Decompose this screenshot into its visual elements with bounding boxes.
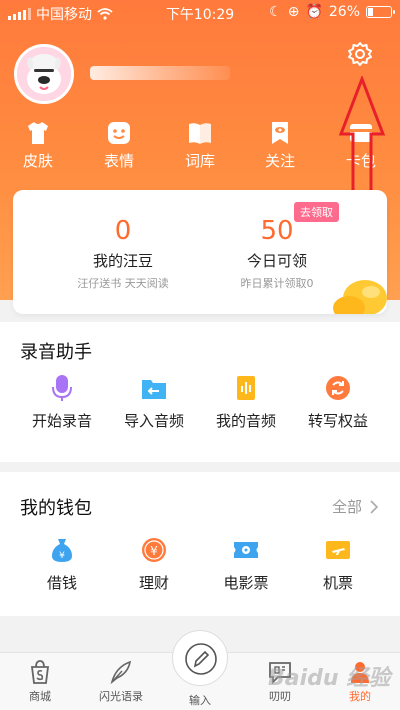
- flight-ticket-button[interactable]: 机票: [288, 536, 388, 593]
- folder-import-icon: [142, 380, 166, 399]
- quick-link-label: 关注: [264, 152, 295, 170]
- quick-link-label: 表情: [103, 152, 134, 170]
- import-audio-button[interactable]: 导入音频: [104, 374, 204, 431]
- wealth-button[interactable]: ¥ 理财: [104, 536, 204, 593]
- chevron-right-icon: [370, 499, 378, 514]
- quick-link-label: 词库: [184, 152, 215, 170]
- quick-link-label: 卡包: [345, 152, 376, 170]
- status-bar: 中国移动 下午10:29 ☾ ⊕ ⏰ 26%: [0, 0, 400, 26]
- grid-item-label: 转写权益: [307, 412, 368, 430]
- tab-label: 闪光语录: [99, 690, 143, 703]
- emoji-icon: [108, 122, 130, 144]
- tab-label-input: 输入: [189, 694, 211, 707]
- tab-shop[interactable]: 商城: [5, 659, 75, 704]
- tab-mine[interactable]: 我的: [325, 659, 395, 704]
- grid-item-label: 导入音频: [123, 412, 184, 430]
- movie-ticket-button[interactable]: 电影票: [196, 536, 296, 593]
- coin-pile-icon: [333, 280, 387, 314]
- status-right: ☾ ⊕ ⏰ 26%: [269, 4, 395, 20]
- username-blurred[interactable]: [90, 66, 230, 80]
- alarm-icon: ⏰: [305, 4, 323, 20]
- claim-badge[interactable]: 去领取: [294, 202, 339, 222]
- start-recording-button[interactable]: 开始录音: [12, 374, 112, 431]
- wallet-more-label: 全部: [331, 498, 362, 516]
- book-icon: [189, 123, 211, 144]
- grid-item-label: 我的音频: [215, 412, 276, 430]
- pen-icon: [185, 643, 217, 675]
- dog-avatar-icon: [17, 47, 71, 101]
- svg-text:¥: ¥: [59, 551, 65, 561]
- tab-label: 商城: [29, 690, 51, 703]
- microphone-icon: [52, 375, 72, 401]
- audio-file-icon: [237, 376, 255, 400]
- quick-link-follow[interactable]: 关注: [245, 120, 315, 171]
- film-ticket-icon: [234, 542, 258, 558]
- recording-title: 录音助手: [20, 342, 92, 363]
- battery-percent: 26%: [328, 4, 360, 20]
- shop-icon: [30, 660, 50, 684]
- grid-item-label: 借钱: [46, 574, 77, 592]
- grid-item-label: 开始录音: [31, 412, 92, 430]
- quick-link-emoji[interactable]: 表情: [84, 120, 154, 171]
- transcribe-rights-button[interactable]: 转写权益: [288, 374, 388, 431]
- borrow-money-button[interactable]: ¥ 借钱: [12, 536, 112, 593]
- quick-link-cards[interactable]: 卡包: [326, 120, 396, 171]
- my-audio-button[interactable]: 我的音频: [196, 374, 296, 431]
- beans-block[interactable]: 0 我的汪豆 汪仔送书 天天阅读: [38, 216, 208, 291]
- battery-icon: [366, 6, 395, 18]
- grid-item-label: 理财: [138, 574, 169, 592]
- moon-icon: ☾: [269, 4, 282, 20]
- beans-count: 0: [114, 216, 132, 246]
- quick-link-skin[interactable]: 皮肤: [3, 120, 73, 171]
- settings-button[interactable]: [346, 40, 374, 68]
- beans-label: 我的汪豆: [92, 252, 153, 270]
- tab-label: 我的: [349, 690, 371, 703]
- tab-label: 叨叨: [269, 690, 291, 703]
- gear-icon: [348, 42, 372, 66]
- wallet-section: 我的钱包 全部 ¥ 借钱 ¥ 理财 电影票 机票: [0, 472, 400, 616]
- yuan-coin-icon: ¥: [142, 538, 166, 562]
- grid-item-label: 机票: [322, 574, 353, 592]
- transcribe-rights-icon: [326, 376, 350, 400]
- recording-section: 录音助手 开始录音 导入音频 我的音频 转写权益: [0, 322, 400, 462]
- quick-link-label: 皮肤: [22, 152, 53, 170]
- money-bag-icon: ¥: [52, 539, 72, 562]
- quick-links: 皮肤 表情 词库 关注 卡包: [0, 120, 400, 180]
- feather-icon: [110, 660, 132, 685]
- grid-item-label: 电影票: [223, 574, 269, 592]
- tab-quotes[interactable]: 闪光语录: [86, 659, 156, 704]
- chat-icon: [269, 662, 291, 685]
- tab-chat[interactable]: 叨叨: [245, 659, 315, 704]
- quick-link-lexicon[interactable]: 词库: [165, 120, 235, 171]
- avatar[interactable]: [14, 44, 74, 104]
- wallet-more-link[interactable]: 全部: [332, 496, 378, 517]
- shirt-icon: [28, 122, 48, 144]
- wallet-title: 我的钱包: [20, 498, 92, 519]
- beans-subtitle: 汪仔送书 天天阅读: [77, 277, 169, 290]
- profile-icon: [351, 662, 369, 683]
- card-icon: [350, 124, 372, 142]
- rotation-lock-icon: ⊕: [287, 4, 300, 20]
- svg-text:¥: ¥: [150, 544, 158, 558]
- flight-ticket-icon: [326, 541, 350, 559]
- beans-card: 0 我的汪豆 汪仔送书 天天阅读 50 今日可领 昨日累计领取0 去领取: [13, 190, 387, 314]
- input-button[interactable]: [172, 630, 228, 686]
- bookmark-eye-icon: [272, 122, 288, 144]
